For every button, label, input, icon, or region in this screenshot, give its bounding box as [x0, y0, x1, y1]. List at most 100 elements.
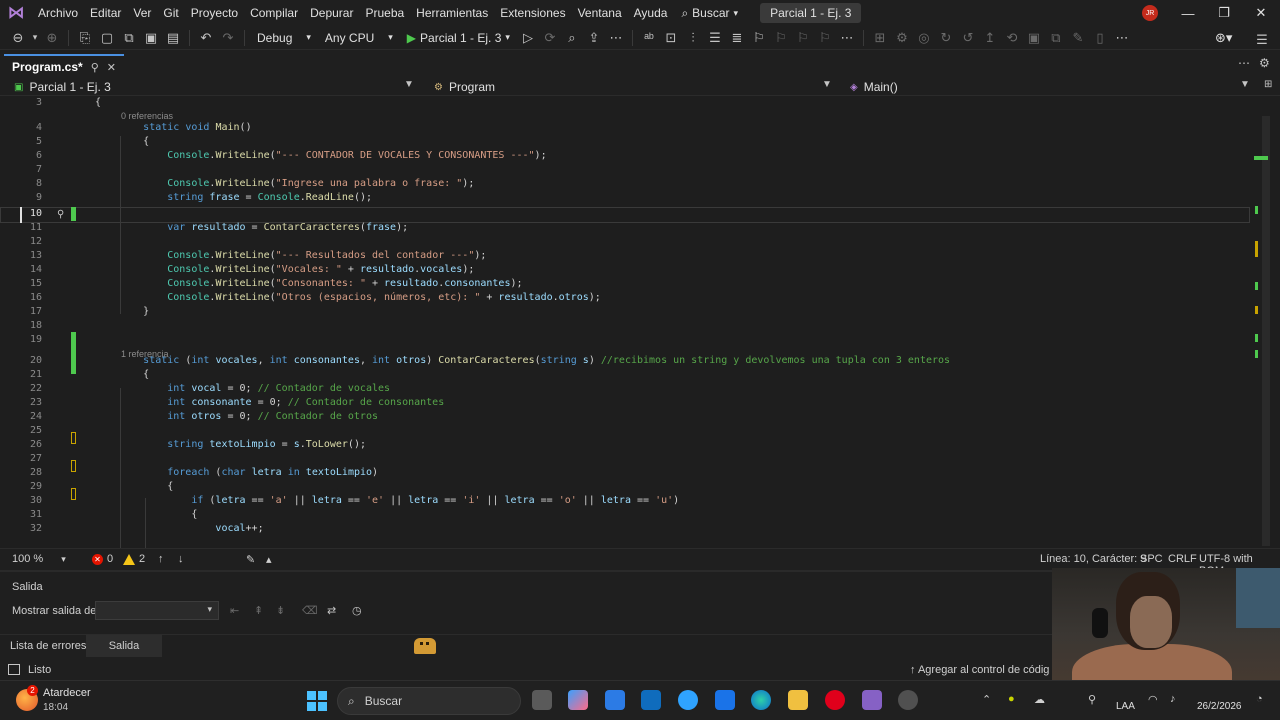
breakpoint-icon[interactable]: ◎ [914, 28, 934, 48]
settings-icon[interactable]: ⚙ [1259, 56, 1270, 70]
member-dropdown[interactable]: ◈ Main() [850, 79, 898, 95]
code-line[interactable]: 12 [0, 235, 1250, 249]
app-tray-icon[interactable]: ● [1008, 693, 1015, 705]
chevron-up-icon[interactable]: ▴ [266, 553, 272, 566]
editor-scrollbar[interactable] [1250, 96, 1280, 548]
next-message-icon[interactable]: ⇟ [276, 604, 285, 617]
menu-item-ayuda[interactable]: Ayuda [628, 0, 674, 26]
menu-item-extensiones[interactable]: Extensiones [494, 0, 571, 26]
pin-icon[interactable]: ⚲ [91, 61, 99, 74]
file-explorer-icon[interactable] [788, 690, 808, 710]
word-wrap-icon[interactable]: ⇄ [327, 604, 336, 617]
task-view-icon[interactable] [532, 690, 552, 710]
bookmark-clear-icon[interactable]: ⚐ [815, 28, 835, 48]
arrow-up-icon[interactable]: ↑ [158, 553, 164, 565]
edge-icon[interactable] [751, 690, 771, 710]
menu-item-prueba[interactable]: Prueba [359, 0, 410, 26]
code-line[interactable]: 3{ [0, 96, 1250, 110]
tab-program-cs[interactable]: Program.cs* ⚲ ✕ [4, 54, 124, 78]
live-share-icon[interactable]: ⊞ [870, 28, 890, 48]
step-into-icon[interactable]: ↺ [958, 28, 978, 48]
user-avatar[interactable]: JR [1142, 5, 1158, 21]
start-debugging-button[interactable]: ▶ Parcial 1 - Ej. 3 ▾ [401, 31, 516, 45]
zoom-dropdown[interactable]: 100 % ▾ [12, 553, 66, 565]
forward-icon[interactable]: ⊕ [42, 28, 62, 48]
pen-icon[interactable]: ✎ [1068, 28, 1088, 48]
step-over-icon[interactable]: ↻ [936, 28, 956, 48]
usb-icon[interactable]: ⚲ [1088, 693, 1096, 706]
find-message-icon[interactable]: ⇤ [230, 604, 239, 617]
visual-studio-logo-icon[interactable]: ⋈ [6, 3, 26, 23]
volume-icon[interactable]: ♪ [1170, 693, 1176, 705]
bookmark-next-icon[interactable]: ⚐ [793, 28, 813, 48]
code-line[interactable]: 19 [0, 333, 1250, 347]
close-window-button[interactable]: ✕ [1243, 0, 1279, 26]
outdent-icon[interactable]: ≣ [727, 28, 747, 48]
format-icon[interactable]: ⫶ [683, 28, 703, 48]
copilot-icon[interactable]: ⊛▾ [1215, 30, 1232, 46]
copilot-app-icon[interactable] [568, 690, 588, 710]
teams-icon[interactable] [715, 690, 735, 710]
prev-message-icon[interactable]: ⇞ [254, 604, 263, 617]
maximize-button[interactable]: ❐ [1206, 0, 1242, 26]
publish-icon[interactable]: ⇪ [584, 28, 604, 48]
more-icon[interactable]: ⋯ [1112, 28, 1132, 48]
code-line[interactable]: 25 [0, 424, 1250, 438]
menu-item-ver[interactable]: Ver [127, 0, 157, 26]
save-icon[interactable]: ▣ [141, 28, 161, 48]
code-line[interactable]: 30 if (letra == 'a' || letra == 'e' || l… [0, 494, 1250, 508]
start-without-debugging-icon[interactable]: ▷ [518, 28, 538, 48]
github-icon[interactable] [898, 690, 918, 710]
code-line[interactable]: 8 Console.WriteLine("Ingrese una palabra… [0, 177, 1250, 191]
stop-icon[interactable]: ▣ [1024, 28, 1044, 48]
code-line[interactable]: 31 { [0, 508, 1250, 522]
new-project-icon[interactable]: ⎘ [75, 28, 95, 48]
debug-icon[interactable]: ⚙ [892, 28, 912, 48]
indent-icon[interactable]: ☰ [705, 28, 725, 48]
code-line[interactable]: 9 string frase = Console.ReadLine(); [0, 191, 1250, 205]
scrollbar-track[interactable] [1262, 116, 1270, 546]
code-line[interactable]: 11 var resultado = ContarCaracteres(fras… [0, 221, 1250, 235]
menu-item-archivo[interactable]: Archivo [32, 0, 84, 26]
store-icon[interactable] [605, 690, 625, 710]
code-line[interactable]: 27 [0, 452, 1250, 466]
input-language[interactable]: LAA [1116, 701, 1135, 712]
code-line[interactable]: 5 { [0, 135, 1250, 149]
chevron-down-icon[interactable]: ▼ [1240, 79, 1250, 90]
code-line[interactable]: 29 { [0, 480, 1250, 494]
devices-icon[interactable]: ▯ [1090, 28, 1110, 48]
split-icon[interactable]: ⊞ [1264, 79, 1272, 90]
code-line[interactable]: 26 string textoLimpio = s.ToLower(); [0, 438, 1250, 452]
cursor-position[interactable]: Línea: 10, Carácter: 9 [1040, 553, 1146, 565]
redo-icon[interactable]: ↷ [218, 28, 238, 48]
code-line[interactable]: 6 Console.WriteLine("--- CONTADOR DE VOC… [0, 149, 1250, 163]
platform-dropdown[interactable]: Any CPU ▾ [319, 31, 399, 45]
code-line[interactable]: 17 } [0, 305, 1250, 319]
undo-icon[interactable]: ↶ [196, 28, 216, 48]
minimize-button[interactable]: — [1170, 0, 1206, 26]
hot-reload-icon[interactable]: ⟳ [540, 28, 560, 48]
menu-item-ventana[interactable]: Ventana [572, 0, 628, 26]
back-icon[interactable]: ⊖ [8, 28, 28, 48]
notifications-icon[interactable]: ◔ [1256, 693, 1263, 705]
close-icon[interactable]: ✕ [107, 61, 116, 74]
cloud-icon[interactable]: ☁ [1034, 693, 1045, 706]
bookmark-icon[interactable]: ⚐ [749, 28, 769, 48]
onedrive-icon[interactable] [678, 690, 698, 710]
arrow-down-icon[interactable]: ↓ [178, 553, 184, 565]
configuration-dropdown[interactable]: Debug ▾ [251, 31, 317, 45]
browser-link-icon[interactable]: ⌕ [562, 28, 582, 48]
code-line[interactable]: 18 [0, 319, 1250, 333]
opera-icon[interactable] [825, 690, 845, 710]
code-line[interactable]: 24 int otros = 0; // Contador de otros [0, 410, 1250, 424]
spacing-indicator[interactable]: SPC [1140, 553, 1163, 565]
code-line[interactable]: 14 Console.WriteLine("Vocales: " + resul… [0, 263, 1250, 277]
chevron-down-icon[interactable]: ▼ [404, 79, 414, 90]
spell-check-icon[interactable]: ᵃᵇ [639, 28, 659, 48]
errors-indicator[interactable]: ✕ 0 [92, 553, 113, 565]
menu-item-proyecto[interactable]: Proyecto [185, 0, 244, 26]
chevron-down-icon[interactable]: ▾ [30, 28, 40, 48]
clear-all-icon[interactable]: ⌫ [302, 604, 318, 617]
open-icon[interactable]: ⧉ [119, 28, 139, 48]
code-line[interactable]: 23 int consonante = 0; // Contador de co… [0, 396, 1250, 410]
